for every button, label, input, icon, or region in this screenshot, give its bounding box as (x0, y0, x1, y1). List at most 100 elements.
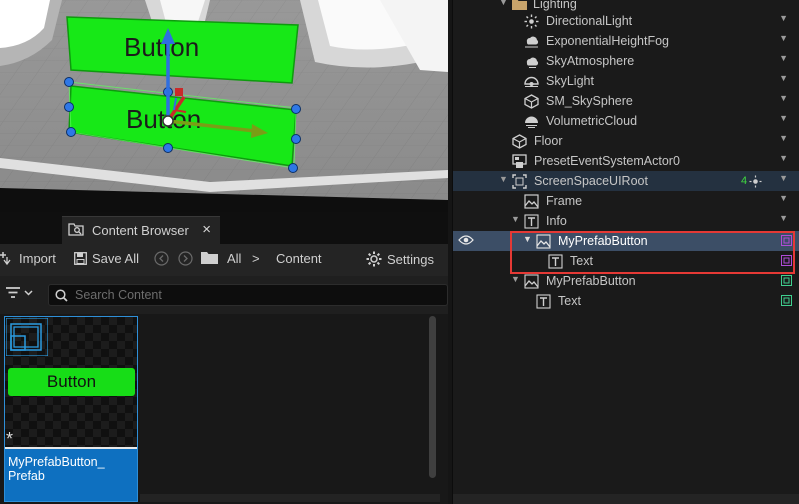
outliner-row-sky-atmosphere[interactable]: SkyAtmosphere ▼ (453, 51, 799, 71)
outliner-row-floor[interactable]: Floor ▼ (453, 131, 799, 151)
outliner-row-label: Text (558, 294, 581, 308)
filter-icon (6, 287, 33, 298)
expand-arrow-icon[interactable]: ▼ (499, 0, 508, 7)
prefab-instance-icon (781, 255, 792, 266)
chevron-down-icon[interactable]: ▼ (779, 53, 788, 63)
path-separator[interactable]: > (252, 251, 260, 266)
outliner-row-label: PresetEventSystemActor0 (534, 154, 680, 168)
content-browser-toolbar: Import Save All All > Content Settings (0, 244, 448, 276)
svg-text:Button: Button (124, 32, 199, 62)
outliner-row-label: MyPrefabButton (546, 274, 636, 288)
chevron-down-icon[interactable]: ▼ (779, 173, 788, 183)
asset-preview-button: Button (8, 368, 135, 396)
path-content-label: Content (276, 251, 322, 266)
outliner-row-volumetric-cloud[interactable]: VolumetricCloud ▼ (453, 111, 799, 131)
outliner-row-sm-skysphere[interactable]: SM_SkySphere ▼ (453, 91, 799, 111)
chevron-down-icon[interactable]: ▼ (779, 113, 788, 123)
modified-star-icon: * (6, 429, 14, 449)
gear-icon (366, 251, 382, 267)
outliner-row-my-prefab-button[interactable]: ▼ MyPrefabButton (453, 271, 799, 291)
prefab-instance-icon (781, 295, 792, 306)
expand-arrow-icon[interactable]: ▼ (511, 214, 520, 224)
outliner-row-text-child[interactable]: Text (453, 251, 799, 271)
expand-arrow-icon[interactable]: ▼ (499, 174, 508, 184)
ui-root-icon (511, 173, 527, 189)
chevron-down-icon[interactable]: ▼ (779, 153, 788, 163)
chevron-down-icon[interactable]: ▼ (779, 13, 788, 23)
outliner-row-label: Info (546, 214, 567, 228)
folder-icon[interactable] (201, 251, 223, 264)
text-widget-icon (547, 253, 563, 269)
outliner-row-label: Text (570, 254, 593, 268)
save-all-label: Save All (92, 251, 139, 266)
level-viewport[interactable]: Button Button (0, 0, 448, 212)
viewport-scene[interactable]: Button Button (0, 0, 448, 212)
content-browser-tabbar: Content Browser × (0, 212, 448, 244)
filter-button[interactable] (6, 287, 34, 299)
search-box[interactable] (48, 284, 448, 306)
outliner-row-exponential-height-fog[interactable]: ExponentialHeightFog ▼ (453, 31, 799, 51)
expand-arrow-icon[interactable]: ▼ (511, 274, 520, 284)
outliner-row-frame[interactable]: Frame ▼ (453, 191, 799, 211)
chevron-down-icon[interactable]: ▼ (779, 133, 788, 143)
outliner-row-skylight[interactable]: SkyLight ▼ (453, 71, 799, 91)
chevron-right-icon: > (252, 251, 260, 266)
sun-icon (747, 173, 763, 189)
outliner-row-label: VolumetricCloud (546, 114, 638, 128)
outliner-row-label: SkyLight (546, 74, 594, 88)
chevron-down-icon[interactable]: ▼ (779, 193, 788, 203)
content-browser-icon (68, 222, 84, 239)
text-widget-icon (535, 293, 551, 309)
filter-bar (0, 276, 448, 314)
outliner-row-preset-event-system[interactable]: PresetEventSystemActor0 ▼ (453, 151, 799, 171)
history-forward-button[interactable] (178, 251, 198, 266)
button-widget-icon (523, 273, 539, 289)
actor-icon (511, 153, 527, 169)
prefab-instance-icon (781, 235, 792, 246)
chevron-down-icon[interactable]: ▼ (779, 33, 788, 43)
chevron-down-icon[interactable]: ▼ (779, 93, 788, 103)
sky-atmosphere-icon (523, 53, 539, 69)
static-mesh-icon (511, 133, 527, 149)
search-input[interactable] (75, 288, 405, 302)
import-icon (0, 251, 11, 265)
save-icon (74, 252, 87, 265)
save-all-button[interactable]: Save All (74, 251, 139, 266)
outliner-row-label: DirectionalLight (546, 14, 633, 28)
outliner-row-screen-space-ui-root[interactable]: ▼ ScreenSpaceUIRoot 4 ▼ (453, 171, 799, 191)
chevron-down-icon[interactable]: ▼ (779, 73, 788, 83)
forward-arrow-icon (178, 251, 193, 266)
tab-content-browser-label: Content Browser (92, 223, 189, 238)
asset-tile[interactable]: Button * MyPrefabButton_ Prefab (4, 316, 138, 502)
outliner-row-label: Lighting (533, 0, 577, 11)
static-mesh-icon (523, 93, 539, 109)
button-widget-icon (535, 233, 551, 249)
outliner-row-label: MyPrefabButton (558, 234, 648, 248)
outliner-row-directional-light[interactable]: DirectionalLight ▼ (453, 11, 799, 31)
chevron-down-icon[interactable]: ▼ (779, 213, 788, 223)
asset-grid: Button * MyPrefabButton_ Prefab (0, 314, 448, 504)
content-browser-panel: Content Browser × Import Save All All > … (0, 212, 448, 504)
expand-arrow-icon[interactable]: ▼ (523, 234, 532, 244)
path-all[interactable]: All (227, 251, 241, 266)
directional-light-icon (523, 13, 539, 29)
import-label: Import (19, 251, 56, 266)
fog-icon (523, 33, 539, 49)
outliner-row-info[interactable]: ▼ Info ▼ (453, 211, 799, 231)
settings-button[interactable]: Settings (366, 251, 434, 267)
text-widget-icon (523, 213, 539, 229)
cloud-icon (523, 113, 539, 129)
path-all-label: All (227, 251, 242, 266)
outliner-row-label: SM_SkySphere (546, 94, 633, 108)
close-icon[interactable]: × (202, 221, 211, 238)
skylight-icon (523, 73, 539, 89)
path-content[interactable]: Content (276, 251, 322, 266)
history-back-button[interactable] (154, 251, 174, 266)
import-button[interactable]: Import (0, 251, 56, 266)
outliner-row-text[interactable]: Text (453, 291, 799, 311)
outliner-row-my-prefab-button-selected[interactable]: ▼ MyPrefabButton (453, 231, 799, 251)
tab-content-browser[interactable]: Content Browser × (62, 216, 220, 244)
asset-name: MyPrefabButton_ Prefab (5, 449, 137, 501)
visibility-eye-icon[interactable] (458, 234, 474, 249)
asset-grid-scrollbar[interactable] (429, 316, 436, 478)
